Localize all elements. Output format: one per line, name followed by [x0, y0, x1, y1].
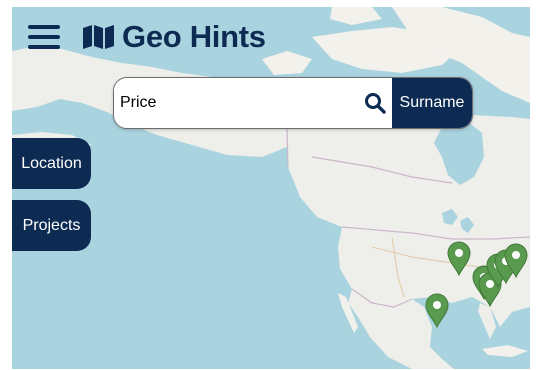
app-header: Geo Hints	[28, 19, 266, 55]
app-title: Geo Hints	[122, 19, 266, 54]
hamburger-menu-icon[interactable]	[28, 25, 60, 49]
location-button[interactable]: Location	[12, 138, 91, 189]
map-canvas[interactable]	[12, 7, 530, 369]
projects-button[interactable]: Projects	[12, 200, 91, 251]
search-button[interactable]	[358, 78, 392, 128]
magnifier-icon	[365, 93, 386, 114]
folded-map-icon	[83, 25, 114, 49]
map-viewport[interactable]: Geo Hints Surname Location Projects	[12, 7, 530, 369]
search-bar: Surname	[113, 77, 473, 129]
search-input[interactable]	[114, 78, 358, 128]
logo: Geo Hints	[82, 19, 266, 55]
surname-button[interactable]: Surname	[392, 78, 472, 128]
